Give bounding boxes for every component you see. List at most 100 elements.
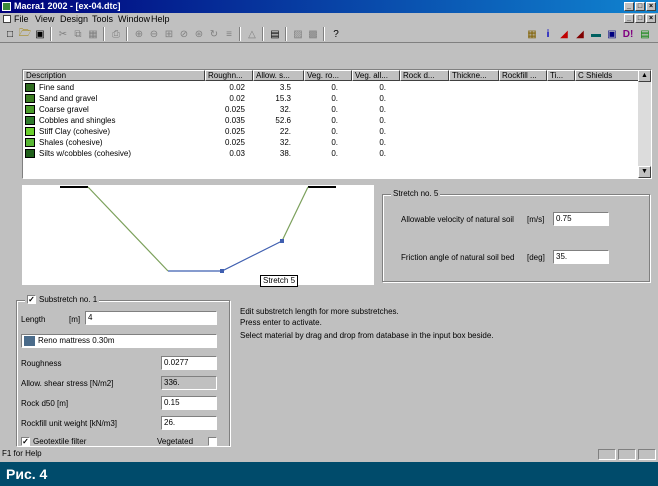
friction-input[interactable]: 35. xyxy=(553,250,609,264)
cut-icon[interactable]: ✂ xyxy=(56,27,70,41)
chart-icon[interactable]: ▤ xyxy=(638,27,652,41)
row-rough: 0.035 xyxy=(224,116,245,125)
open-folder-icon[interactable]: 🗁 xyxy=(18,27,32,41)
scroll-up-button[interactable]: ▲ xyxy=(638,70,651,82)
left-bank-slope xyxy=(87,186,169,272)
row-rough: 0.025 xyxy=(224,127,245,136)
database-icon[interactable]: ▣ xyxy=(605,27,619,41)
row-allow: 22. xyxy=(279,127,291,136)
col-allow-stress[interactable]: Allow. s... xyxy=(253,70,304,81)
menu-tools[interactable]: Tools xyxy=(92,14,113,24)
report-icon[interactable]: ▨ xyxy=(291,27,305,41)
scroll-down-button[interactable]: ▼ xyxy=(638,166,651,178)
calculator-icon[interactable]: ▦ xyxy=(525,27,539,41)
channel-section-icon[interactable]: ◢ xyxy=(557,27,571,41)
table-scrollbar[interactable]: ▲ ▼ xyxy=(638,70,651,178)
material-input[interactable]: Reno mattress 0.30m xyxy=(21,334,217,348)
zoom-in-icon[interactable]: ⊕ xyxy=(132,27,146,41)
row-description: Sand and gravel xyxy=(39,94,98,103)
material-color-swatch xyxy=(25,83,35,92)
save-icon[interactable]: ▣ xyxy=(33,27,47,41)
menu-file[interactable]: File xyxy=(14,14,29,24)
bed-node[interactable] xyxy=(220,269,224,273)
menu-help[interactable]: Help xyxy=(151,14,170,24)
bank-icon[interactable]: ◢ xyxy=(573,27,587,41)
roughness-input[interactable]: 0.0277 xyxy=(161,356,217,370)
copy-icon[interactable]: ⧉ xyxy=(71,27,85,41)
status-pane-2 xyxy=(618,449,636,460)
menu-design[interactable]: Design xyxy=(60,14,88,24)
grid-icon[interactable]: ≡ xyxy=(222,27,236,41)
help-icon[interactable]: ? xyxy=(329,27,343,41)
table-row[interactable]: Coarse gravel 0.025 32. 0. 0. xyxy=(23,104,639,115)
material-name: Reno mattress 0.30m xyxy=(38,336,115,345)
document-icon[interactable] xyxy=(3,15,11,23)
table-row[interactable]: Shales (cohesive) 0.025 32. 0. 0. xyxy=(23,137,639,148)
col-rock-d50[interactable]: Rock d... xyxy=(400,70,449,81)
geotextile-checkbox[interactable]: ✓ xyxy=(21,437,30,446)
stretch-label[interactable]: Stretch 5 xyxy=(260,275,299,287)
menu-window[interactable]: Window xyxy=(118,14,150,24)
paste-icon[interactable]: ▦ xyxy=(86,27,100,41)
row-rough: 0.025 xyxy=(224,138,245,147)
layers-icon[interactable]: ▬ xyxy=(589,27,603,41)
doc-close-button[interactable]: × xyxy=(646,14,656,23)
friction-label: Friction angle of natural soil bed xyxy=(401,253,515,262)
print-icon[interactable]: ⎙ xyxy=(109,27,123,41)
col-description[interactable]: Description xyxy=(23,70,205,81)
table-row[interactable]: Sand and gravel 0.02 15.3 0. 0. xyxy=(23,93,639,104)
row-vegro: 0. xyxy=(331,138,338,147)
redraw-icon[interactable]: ↻ xyxy=(207,27,221,41)
material-table[interactable]: Description Roughn... Allow. s... Veg. r… xyxy=(22,69,652,179)
velocity-input[interactable]: 0.75 xyxy=(553,212,609,226)
table-row[interactable]: Stiff Clay (cohesive) 0.025 22. 0. 0. xyxy=(23,126,639,137)
table-icon[interactable]: ▤ xyxy=(268,27,282,41)
zoom-window-icon[interactable]: ⊞ xyxy=(162,27,176,41)
row-description: Cobbles and shingles xyxy=(39,116,116,125)
rockfill-label: Rockfill unit weight [kN/m3] xyxy=(21,419,118,428)
rockfill-input[interactable]: 26. xyxy=(161,416,217,430)
velocity-unit: [m/s] xyxy=(527,215,545,224)
channel-profile-view[interactable] xyxy=(22,185,374,285)
col-ti[interactable]: Ti... xyxy=(547,70,575,81)
zoom-out-icon[interactable]: ⊖ xyxy=(147,27,161,41)
col-c-shields[interactable]: C Shields xyxy=(575,70,639,81)
row-vegall: 0. xyxy=(379,94,386,103)
app-icon[interactable] xyxy=(2,2,11,11)
substretch-node[interactable] xyxy=(280,239,284,243)
info-icon[interactable]: i xyxy=(541,27,555,41)
vegetated-label: Vegetated xyxy=(157,437,194,446)
close-button[interactable]: × xyxy=(646,2,656,11)
menu-view[interactable]: View xyxy=(35,14,54,24)
table-row[interactable]: Silts w/cobbles (cohesive) 0.03 38. 0. 0. xyxy=(23,148,639,159)
row-description: Coarse gravel xyxy=(39,105,89,114)
col-roughness[interactable]: Roughn... xyxy=(205,70,253,81)
zoom-all-icon[interactable]: ⊛ xyxy=(192,27,206,41)
rock-input[interactable]: 0.15 xyxy=(161,396,217,410)
export-icon[interactable]: ▩ xyxy=(306,27,320,41)
material-swatch xyxy=(24,336,35,346)
row-rough: 0.025 xyxy=(224,105,245,114)
rock-label: Rock d50 [m] xyxy=(21,399,69,408)
row-rough: 0.03 xyxy=(229,149,245,158)
col-thickness[interactable]: Thickne... xyxy=(449,70,499,81)
doc-restore-button[interactable]: □ xyxy=(635,14,645,23)
col-veg-roughness[interactable]: Veg. ro... xyxy=(304,70,352,81)
new-file-icon[interactable]: □ xyxy=(3,27,17,41)
roughness-label: Roughness xyxy=(21,359,62,368)
col-rockfill[interactable]: Rockfill ... xyxy=(499,70,547,81)
material-color-swatch xyxy=(25,138,35,147)
maximize-button[interactable]: □ xyxy=(635,2,645,11)
minimize-button[interactable]: _ xyxy=(624,2,634,11)
table-row[interactable]: Fine sand 0.02 3.5 0. 0. xyxy=(23,82,639,93)
vegetated-checkbox[interactable] xyxy=(208,437,217,446)
zoom-previous-icon[interactable]: ⊘ xyxy=(177,27,191,41)
material-color-swatch xyxy=(25,127,35,136)
substretch-checkbox[interactable]: ✓ xyxy=(27,295,36,304)
length-input[interactable]: 4 xyxy=(85,311,217,325)
results-icon[interactable]: D! xyxy=(621,27,635,41)
col-veg-allow[interactable]: Veg. all... xyxy=(352,70,400,81)
table-row[interactable]: Cobbles and shingles 0.035 52.6 0. 0. xyxy=(23,115,639,126)
doc-minimize-button[interactable]: _ xyxy=(624,14,634,23)
section-icon[interactable]: △ xyxy=(245,27,259,41)
